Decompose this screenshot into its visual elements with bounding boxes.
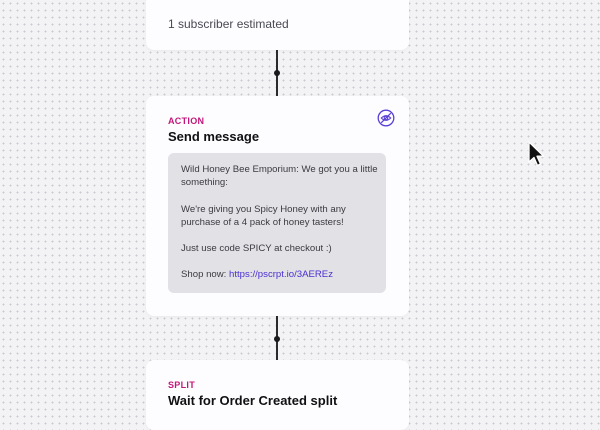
message-line-2: We're giving you Spicy Honey with any pu… bbox=[181, 204, 346, 229]
shop-prefix: Shop now: bbox=[181, 269, 230, 280]
action-card[interactable]: ACTION Send message Wild Honey Bee Empor… bbox=[146, 96, 409, 316]
split-card[interactable]: SPLIT Wait for Order Created split bbox=[146, 360, 409, 430]
message-preview: Wild Honey Bee Emporium: We got you a li… bbox=[168, 153, 386, 293]
eye-off-icon[interactable] bbox=[377, 109, 395, 127]
action-tag: ACTION bbox=[168, 116, 205, 126]
shop-link[interactable]: https://pscrpt.io/3AEREz bbox=[229, 269, 333, 280]
mouse-cursor-icon bbox=[527, 141, 547, 174]
connector-node-bottom bbox=[274, 336, 280, 342]
message-line-1: Wild Honey Bee Emporium: We got you a li… bbox=[181, 164, 378, 189]
subscriber-estimate: 1 subscriber estimated bbox=[168, 17, 289, 31]
audience-card[interactable]: 1 subscriber estimated bbox=[146, 0, 409, 50]
message-line-3: Just use code SPICY at checkout :) bbox=[181, 243, 332, 254]
split-tag: SPLIT bbox=[168, 380, 196, 390]
connector-node-top bbox=[274, 70, 280, 76]
action-title: Send message bbox=[168, 129, 260, 144]
message-shop-line: Shop now: https://pscrpt.io/3AEREz bbox=[181, 268, 381, 281]
